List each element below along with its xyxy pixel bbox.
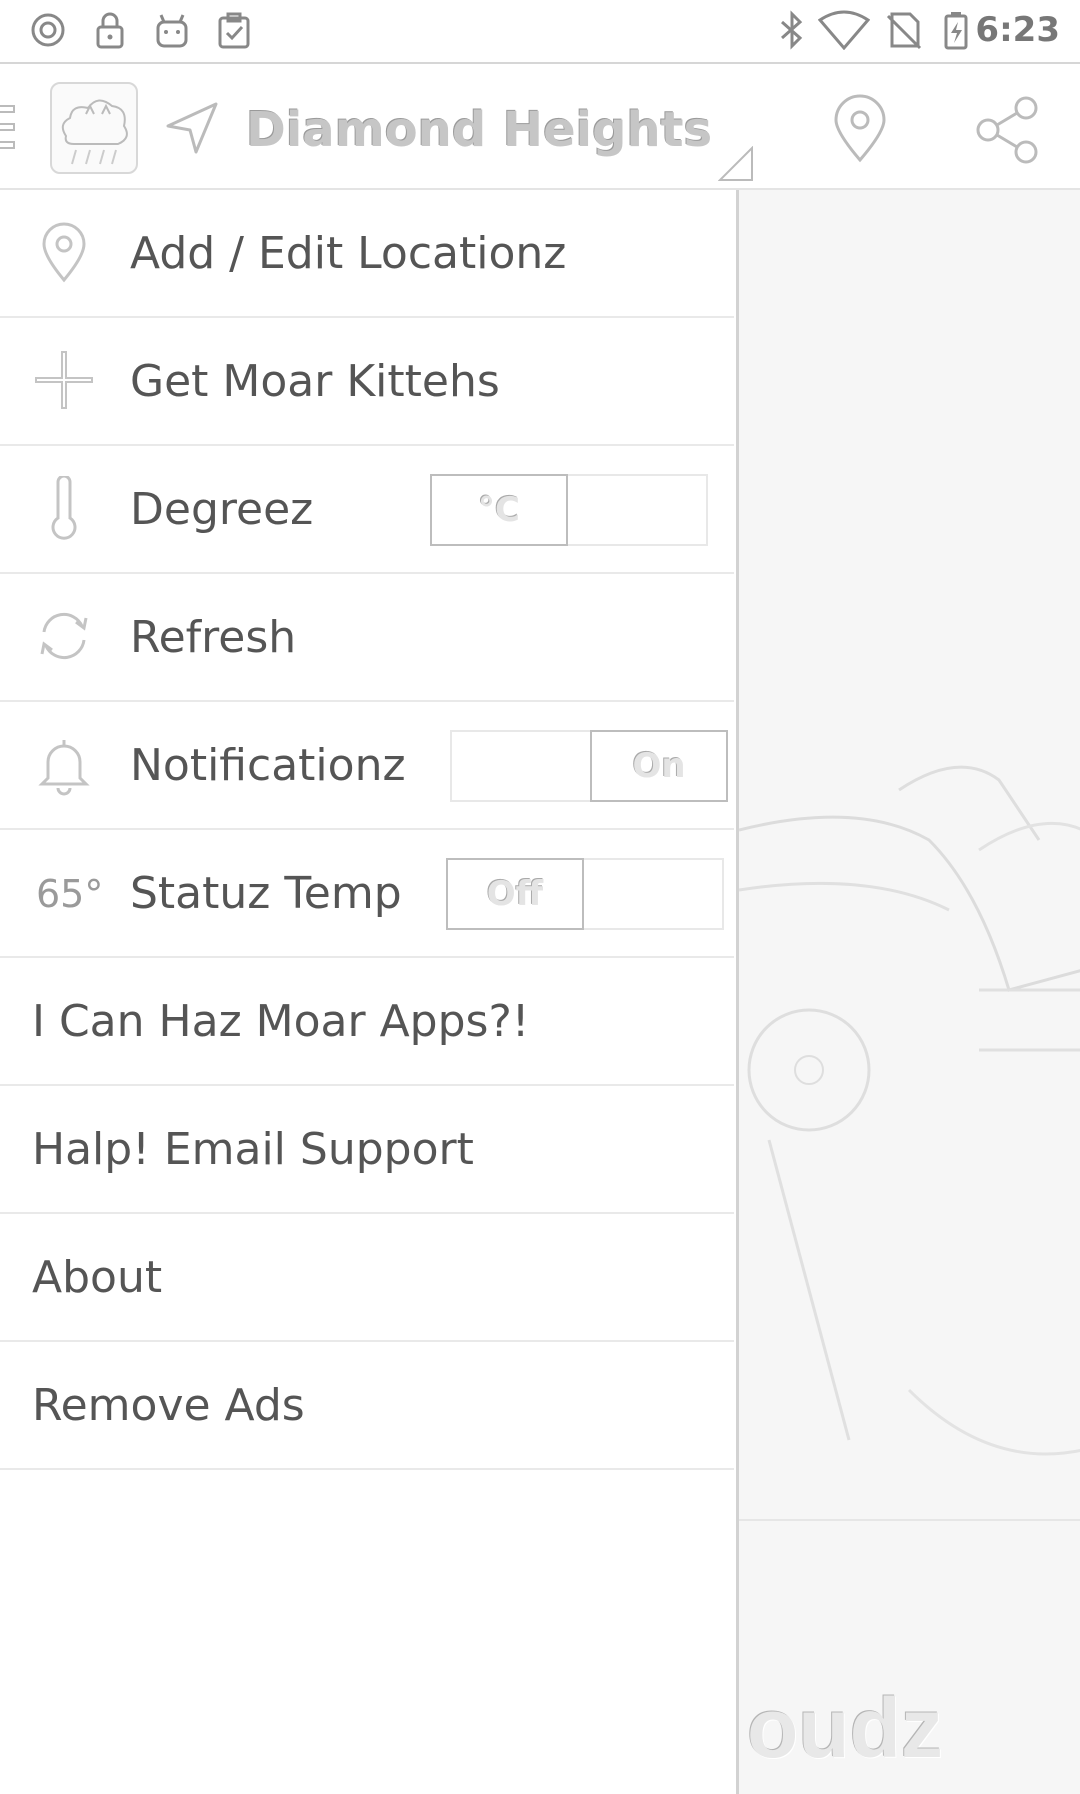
drawer-item-degrees[interactable]: Degreez °C (0, 446, 734, 574)
drawer-item-more-apps[interactable]: I Can Haz Moar Apps?! (0, 958, 734, 1086)
drawer-item-label: Get Moar Kittehs (130, 356, 500, 407)
lock-icon (96, 12, 124, 49)
drawer-item-label: About (32, 1252, 163, 1303)
drawer-item-status-temp[interactable]: 65° Statuz Temp Off (0, 830, 734, 958)
thermometer-icon (51, 476, 77, 540)
drawer-item-label: I Can Haz Moar Apps?! (32, 996, 530, 1047)
drawer-item-email-support[interactable]: Halp! Email Support (0, 1086, 734, 1214)
drawer-item-label: Halp! Email Support (32, 1124, 474, 1175)
toggle-knob: On (590, 730, 728, 802)
navigation-drawer: Add / Edit Locationz Get Moar Kittehs De… (0, 190, 734, 1794)
temperature-text-icon: 65° (36, 872, 104, 916)
background-illustration (739, 765, 1080, 1521)
drawer-item-refresh[interactable]: Refresh (0, 574, 734, 702)
navigation-arrow-icon[interactable] (162, 98, 222, 158)
circle-icon (31, 13, 65, 47)
refresh-icon (40, 612, 88, 660)
degrees-toggle[interactable]: °C (430, 474, 708, 546)
status-bar: 6:23 (0, 0, 1080, 64)
battery-charging-icon (944, 12, 968, 50)
hamburger-menu-icon[interactable] (0, 102, 18, 154)
wifi-icon (818, 10, 870, 50)
bluetooth-icon (781, 10, 803, 50)
drawer-item-label: Degreez (130, 484, 314, 535)
bell-icon (38, 740, 90, 796)
location-pin-icon (42, 222, 86, 283)
clock: 6:23 (975, 10, 1060, 50)
location-spinner[interactable]: Diamond Heights Villa... (246, 98, 716, 162)
drawer-item-label: Refresh (130, 612, 297, 663)
status-temp-toggle[interactable]: Off (446, 858, 724, 930)
drawer-item-remove-ads[interactable]: Remove Ads (0, 1342, 734, 1470)
dropdown-triangle-icon (718, 146, 753, 181)
drawer-item-label: Notificationz (130, 740, 406, 791)
location-pin-icon[interactable] (830, 94, 890, 164)
app-logo[interactable] (50, 82, 138, 174)
cat-cloud-icon (61, 99, 128, 165)
plus-icon (35, 351, 93, 409)
drawer-item-label: Add / Edit Locationz (130, 228, 567, 279)
background-content: oudz (736, 190, 1080, 1794)
drawer-item-about[interactable]: About (0, 1214, 734, 1342)
no-sim-icon (886, 12, 922, 50)
clipboard-check-icon (218, 12, 250, 49)
drawer-item-label: Statuz Temp (130, 868, 402, 919)
drawer-item-notifications[interactable]: Notificationz On (0, 702, 734, 830)
android-icon (156, 14, 188, 48)
drawer-item-label: Remove Ads (32, 1380, 305, 1431)
drawer-item-get-more-kittehs[interactable]: Get Moar Kittehs (0, 318, 734, 446)
toggle-knob: °C (430, 474, 568, 546)
toggle-knob: Off (446, 858, 584, 930)
background-app-title-fragment: oudz (747, 1681, 943, 1775)
app-bar: Diamond Heights Villa... (0, 64, 1080, 190)
drawer-item-add-edit-locations[interactable]: Add / Edit Locationz (0, 190, 734, 318)
notifications-toggle[interactable]: On (450, 730, 728, 802)
share-icon[interactable] (972, 94, 1042, 164)
